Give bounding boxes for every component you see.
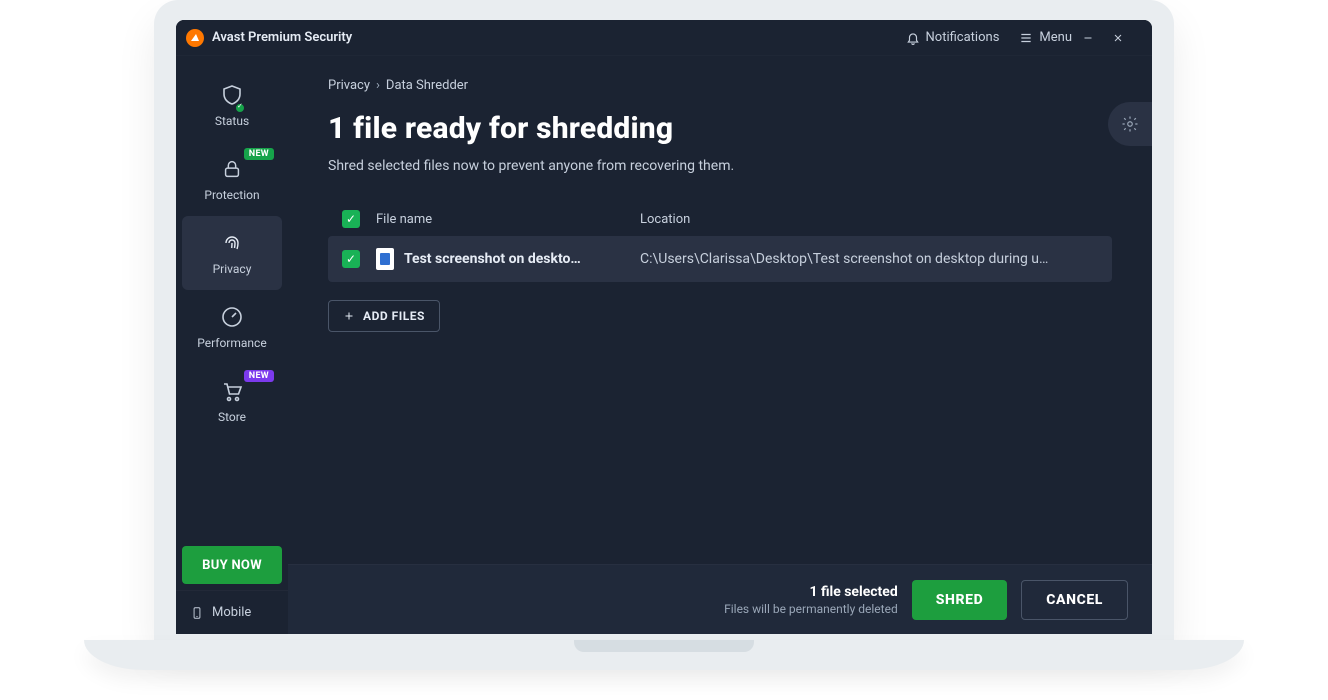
notifications-button[interactable]: Notifications <box>896 26 1010 49</box>
app-title: Avast Premium Security <box>212 30 352 45</box>
row-checkbox[interactable]: ✓ <box>342 250 360 268</box>
sidebar-item-status[interactable]: Status <box>176 68 288 142</box>
mobile-label: Mobile <box>212 605 251 620</box>
table-header: ✓ File name Location <box>328 202 1112 236</box>
menu-button[interactable]: Menu <box>1009 26 1082 49</box>
fingerprint-icon <box>219 230 245 256</box>
add-files-button[interactable]: ADD FILES <box>328 300 440 332</box>
select-all-checkbox[interactable]: ✓ <box>342 210 360 228</box>
file-location: C:\Users\Clarissa\Desktop\Test screensho… <box>640 251 1100 267</box>
shred-label: SHRED <box>936 592 984 608</box>
sidebar-item-label: Store <box>218 410 246 424</box>
breadcrumb-root[interactable]: Privacy <box>328 78 370 93</box>
settings-button[interactable] <box>1108 102 1152 146</box>
hamburger-icon <box>1019 31 1033 45</box>
buy-now-label: BUY NOW <box>202 558 262 573</box>
column-header-location: Location <box>640 212 1100 227</box>
sidebar-item-label: Performance <box>197 336 266 350</box>
avast-logo-icon <box>186 29 204 47</box>
laptop-notch <box>574 640 754 652</box>
footer-status: 1 file selected Files will be permanentl… <box>724 584 898 616</box>
sidebar-item-label: Status <box>215 114 249 128</box>
sidebar: Status NEW Protection Privacy <box>176 56 288 634</box>
bell-icon <box>906 31 920 45</box>
close-button[interactable] <box>1112 32 1142 44</box>
sidebar-item-privacy[interactable]: Privacy <box>182 216 282 290</box>
sidebar-item-label: Protection <box>204 188 259 202</box>
page-subtitle: Shred selected files now to prevent anyo… <box>328 158 1112 174</box>
column-header-filename: File name <box>376 212 626 227</box>
add-files-label: ADD FILES <box>363 309 425 323</box>
content: Privacy › Data Shredder 1 file ready for… <box>288 56 1152 564</box>
mobile-icon <box>190 604 204 622</box>
lock-icon <box>219 156 245 182</box>
screen-frame: Avast Premium Security Notifications Men… <box>154 0 1174 640</box>
brand: Avast Premium Security <box>186 29 352 47</box>
app-body: Status NEW Protection Privacy <box>176 56 1152 634</box>
footer-bar: 1 file selected Files will be permanentl… <box>288 564 1152 634</box>
file-table: ✓ File name Location ✓ <box>328 202 1112 282</box>
new-badge: NEW <box>244 148 274 160</box>
chevron-right-icon: › <box>376 78 380 93</box>
titlebar: Avast Premium Security Notifications Men… <box>176 20 1152 56</box>
selected-count: 1 file selected <box>724 584 898 600</box>
plus-icon <box>343 310 355 322</box>
cancel-label: CANCEL <box>1046 592 1103 608</box>
table-row[interactable]: ✓ Test screenshot on deskto… C:\Users\Cl… <box>328 236 1112 282</box>
breadcrumb-leaf: Data Shredder <box>386 78 468 93</box>
cart-icon <box>219 378 245 404</box>
breadcrumb: Privacy › Data Shredder <box>328 78 1112 93</box>
main-area: Privacy › Data Shredder 1 file ready for… <box>288 56 1152 634</box>
file-name: Test screenshot on deskto… <box>404 251 581 267</box>
new-badge: NEW <box>244 370 274 382</box>
menu-label: Menu <box>1039 30 1072 45</box>
sidebar-item-performance[interactable]: Performance <box>176 290 288 364</box>
app-window: Avast Premium Security Notifications Men… <box>176 20 1152 634</box>
shred-button[interactable]: SHRED <box>912 580 1008 620</box>
notifications-label: Notifications <box>926 30 1000 45</box>
minimize-button[interactable] <box>1082 32 1112 44</box>
sidebar-item-label: Privacy <box>213 262 252 276</box>
status-ok-badge <box>234 102 246 114</box>
cancel-button[interactable]: CANCEL <box>1021 580 1128 620</box>
sidebar-item-mobile[interactable]: Mobile <box>176 590 288 634</box>
file-icon <box>376 248 394 270</box>
delete-warning: Files will be permanently deleted <box>724 602 898 616</box>
buy-now-button[interactable]: BUY NOW <box>182 546 282 584</box>
laptop-mock: Avast Premium Security Notifications Men… <box>154 0 1174 700</box>
sidebar-item-protection[interactable]: NEW Protection <box>176 142 288 216</box>
sidebar-item-store[interactable]: NEW Store <box>176 364 288 438</box>
page-title: 1 file ready for shredding <box>328 111 1112 146</box>
gauge-icon <box>219 304 245 330</box>
gear-icon <box>1121 115 1139 133</box>
